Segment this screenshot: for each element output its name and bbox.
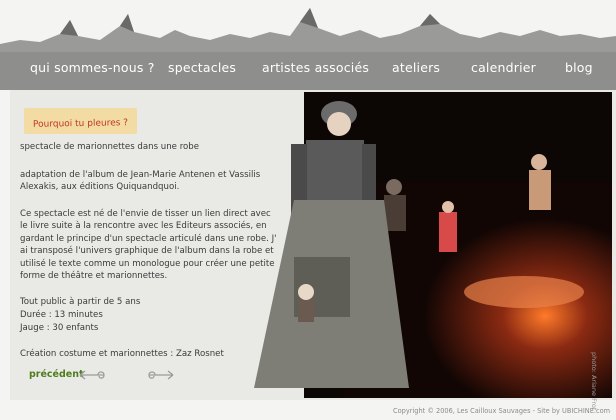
main-nav: qui sommes-nous ? spectacles artistes as… xyxy=(0,52,616,90)
photo-credit: photo: Ariane Frot xyxy=(590,352,598,411)
nav-item-calendrier[interactable]: calendrier xyxy=(471,60,536,75)
nav-item-blog[interactable]: blog xyxy=(565,60,593,75)
performance-photo xyxy=(254,92,612,398)
nav-item-artistes-associes[interactable]: artistes associés xyxy=(262,60,369,75)
previous-link[interactable]: précédent xyxy=(29,369,84,380)
nav-item-qui-sommes-nous[interactable]: qui sommes-nous ? xyxy=(30,60,155,75)
nav-item-spectacles[interactable]: spectacles xyxy=(168,60,236,75)
show-title: Pourquoi tu pleures ? xyxy=(32,118,129,130)
torn-paper-header xyxy=(0,8,616,60)
nav-item-ateliers[interactable]: ateliers xyxy=(392,60,440,75)
spiral-right-arrow-icon[interactable] xyxy=(145,368,175,382)
spiral-left-arrow-icon[interactable] xyxy=(78,368,108,382)
footer-copyright: Copyright © 2006, Les Cailloux Sauvages … xyxy=(393,407,611,415)
